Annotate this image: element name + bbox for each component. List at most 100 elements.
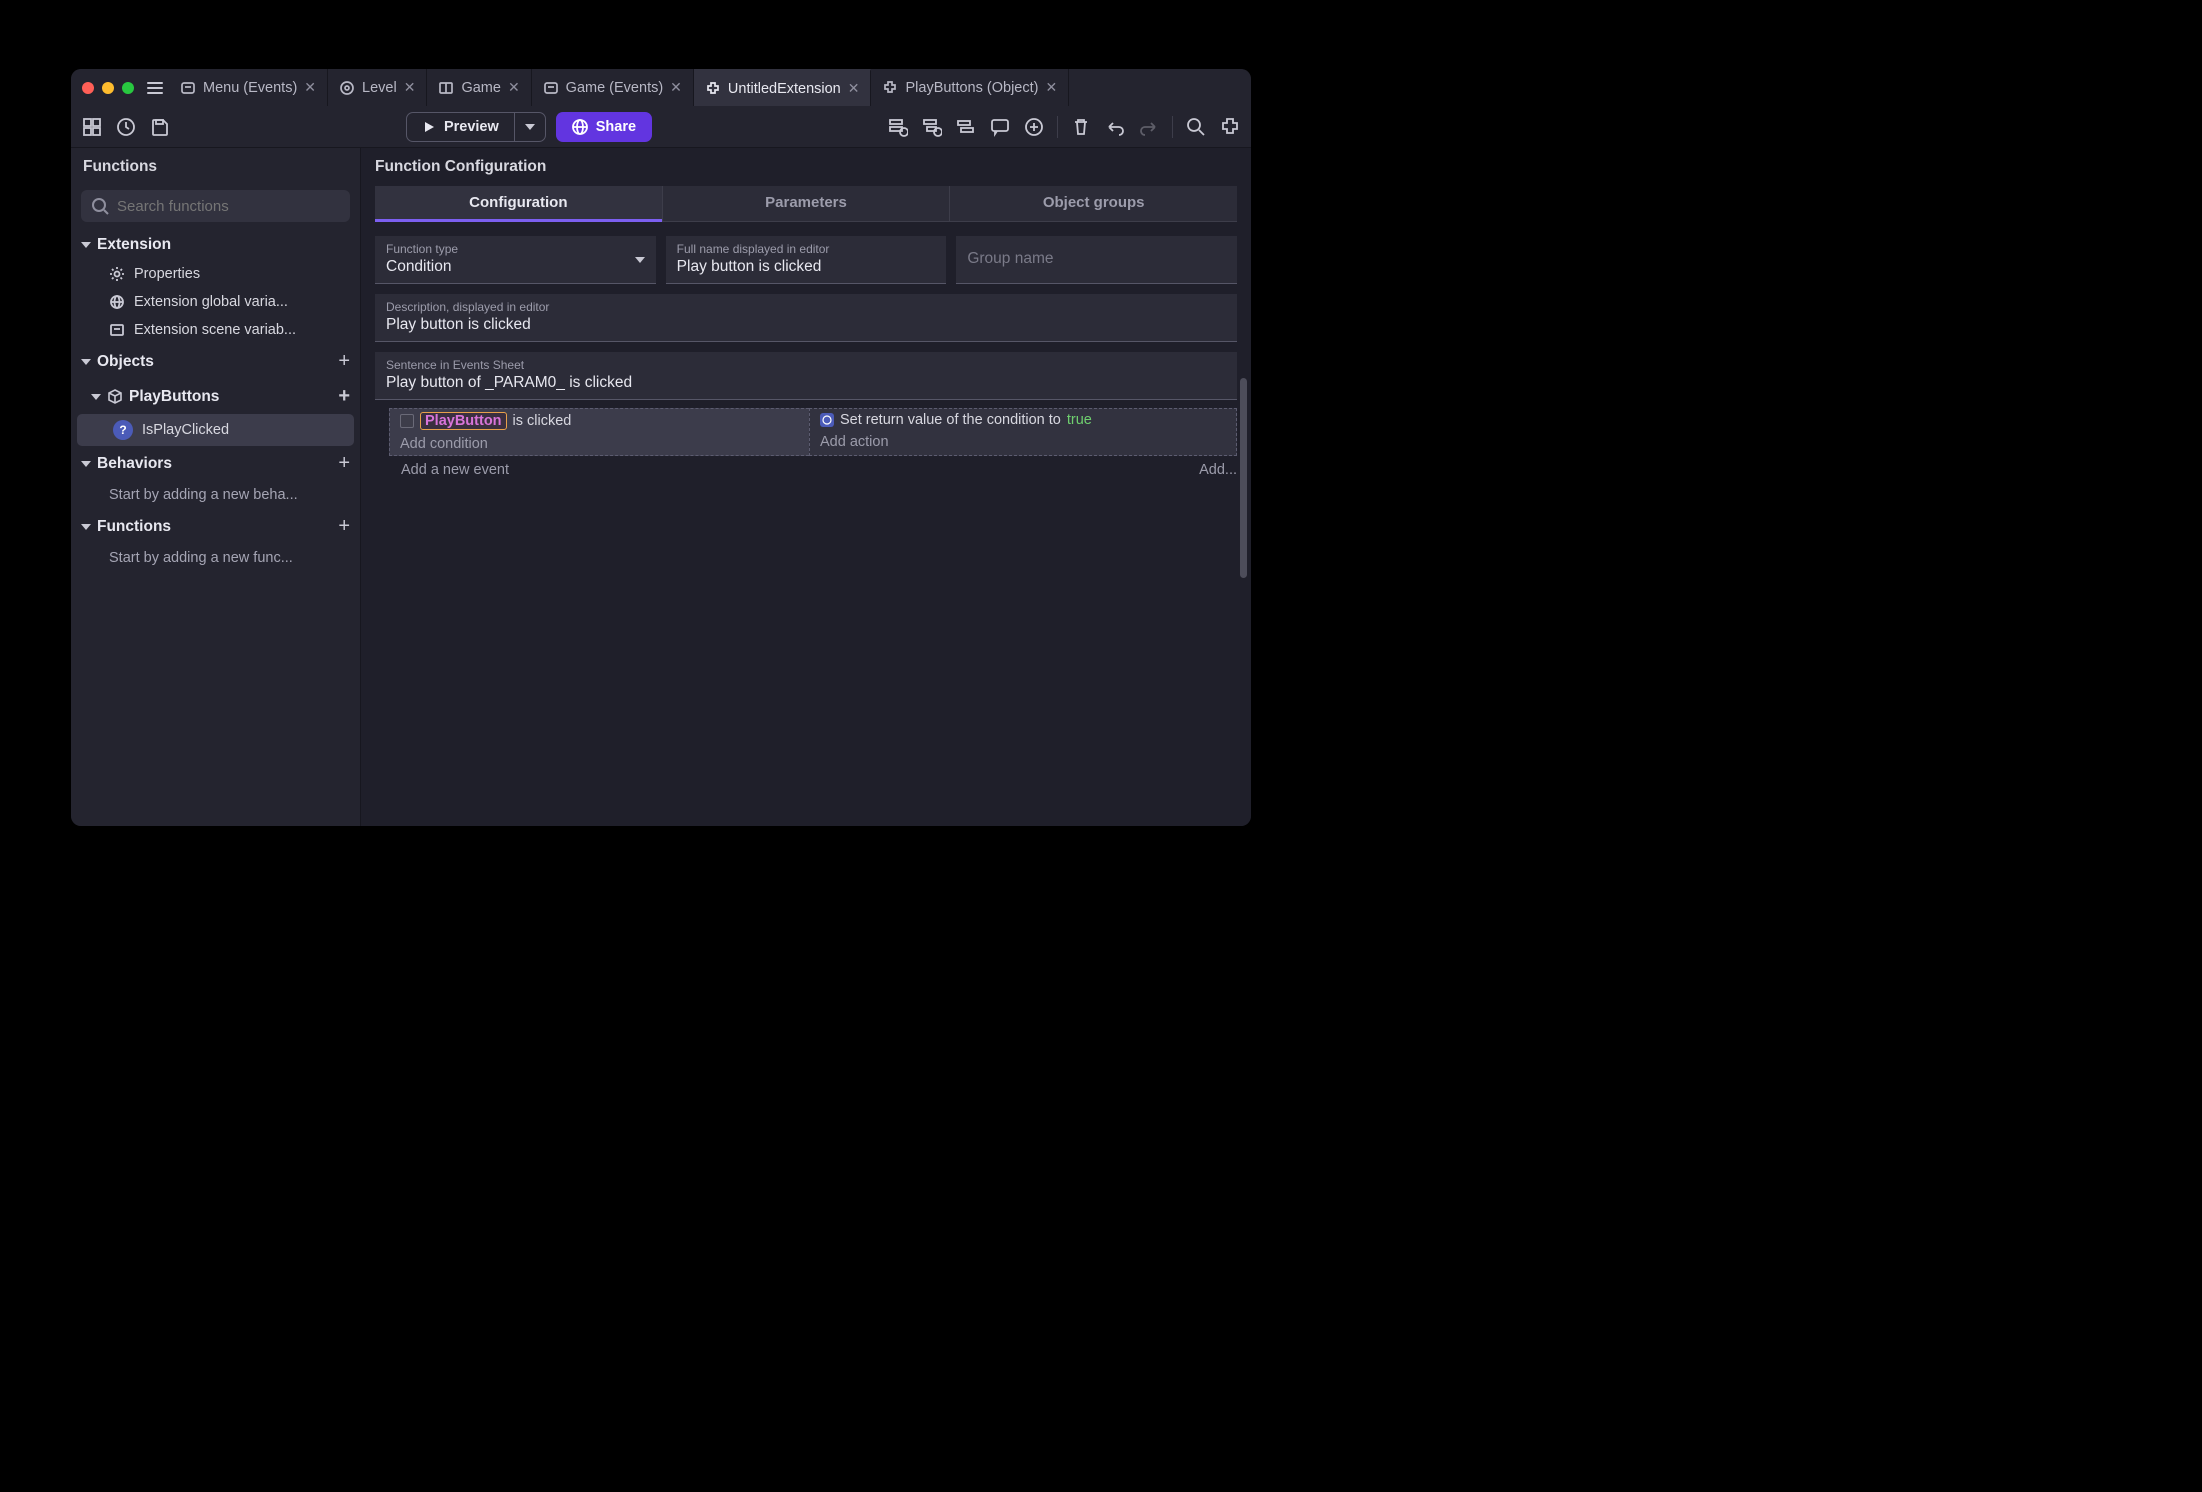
item-global-vars[interactable]: Extension global varia...	[71, 288, 360, 316]
preview-button-group: Preview	[406, 112, 546, 142]
search-icon	[91, 197, 109, 215]
tab-label: PlayButtons (Object)	[905, 80, 1038, 96]
minimize-window-icon[interactable]	[102, 82, 114, 94]
conditions-column: PlayButton is clicked Add condition	[389, 408, 809, 456]
tab-level[interactable]: Level ✕	[328, 69, 427, 106]
undo-icon[interactable]	[1104, 116, 1126, 138]
tab-game[interactable]: Game ✕	[427, 69, 531, 106]
item-playbuttons[interactable]: PlayButtons +	[71, 379, 360, 414]
add-icon[interactable]	[1023, 116, 1045, 138]
add-function-icon[interactable]: +	[338, 385, 350, 408]
add-action-label: Add action	[820, 434, 889, 450]
item-isplayclicked[interactable]: ? IsPlayClicked	[77, 414, 354, 446]
preview-button[interactable]: Preview	[407, 113, 514, 141]
section-label: Objects	[97, 353, 154, 371]
section-functions[interactable]: Functions +	[71, 509, 360, 544]
chevron-down-icon	[81, 242, 91, 248]
sidebar: Functions Extension Properties	[71, 148, 361, 826]
functions-empty: Start by adding a new func...	[71, 544, 360, 572]
action-true: true	[1067, 412, 1092, 428]
section-label: Functions	[97, 518, 171, 536]
tab-menu-events[interactable]: Menu (Events) ✕	[169, 69, 328, 106]
tab-game-events[interactable]: Game (Events) ✕	[532, 69, 694, 106]
item-label: IsPlayClicked	[142, 422, 229, 438]
field-label: Sentence in Events Sheet	[386, 358, 1226, 372]
tab-label: Game (Events)	[566, 80, 664, 96]
save-icon[interactable]	[149, 116, 171, 138]
close-icon[interactable]: ✕	[508, 79, 520, 96]
globe-icon	[572, 119, 588, 135]
scrollbar[interactable]	[1240, 378, 1247, 578]
tab-untitled-extension[interactable]: UntitledExtension ✕	[694, 69, 872, 106]
trash-icon[interactable]	[1070, 116, 1092, 138]
panel-icon[interactable]	[81, 116, 103, 138]
sentence-field[interactable]: Sentence in Events Sheet Play button of …	[375, 352, 1237, 400]
field-label: Description, displayed in editor	[386, 300, 1226, 314]
tab-playbuttons-object[interactable]: PlayButtons (Object) ✕	[871, 69, 1069, 106]
tab-configuration[interactable]: Configuration	[375, 186, 662, 222]
menu-icon[interactable]	[145, 82, 169, 94]
extension-icon[interactable]	[1219, 116, 1241, 138]
add-subevent-icon[interactable]	[921, 116, 943, 138]
search-input[interactable]	[81, 190, 350, 222]
tab-label: Menu (Events)	[203, 80, 297, 96]
maximize-window-icon[interactable]	[122, 82, 134, 94]
chevron-down-icon	[81, 461, 91, 467]
search-icon[interactable]	[1185, 116, 1207, 138]
gear-icon	[109, 266, 125, 282]
section-label: Behaviors	[97, 455, 172, 473]
config-tabs: Configuration Parameters Object groups	[375, 186, 1237, 222]
item-scene-vars[interactable]: Extension scene variab...	[71, 316, 360, 344]
condition-line[interactable]: PlayButton is clicked	[390, 409, 809, 433]
field-label: Function type	[386, 242, 645, 256]
close-icon[interactable]: ✕	[404, 79, 416, 96]
add-object-icon[interactable]: +	[338, 350, 350, 373]
tab-object-groups[interactable]: Object groups	[950, 186, 1237, 222]
content-title: Function Configuration	[361, 148, 1251, 186]
add-function-icon[interactable]: +	[338, 515, 350, 538]
section-extension[interactable]: Extension	[71, 230, 360, 260]
chevron-down-icon	[81, 359, 91, 365]
close-icon[interactable]: ✕	[304, 79, 316, 96]
history-icon[interactable]	[115, 116, 137, 138]
close-icon[interactable]: ✕	[670, 79, 682, 96]
share-label: Share	[596, 119, 636, 135]
item-properties[interactable]: Properties	[71, 260, 360, 288]
add-dropdown-button[interactable]: Add...	[1199, 462, 1237, 478]
scene-icon	[438, 80, 454, 96]
comment-icon[interactable]	[989, 116, 1011, 138]
section-objects[interactable]: Objects +	[71, 344, 360, 379]
group-name-field[interactable]: Group name	[956, 236, 1237, 284]
share-button[interactable]: Share	[556, 112, 652, 142]
field-label: Full name displayed in editor	[677, 242, 936, 256]
add-event-icon[interactable]	[887, 116, 909, 138]
add-behavior-icon[interactable]: +	[338, 452, 350, 475]
condition-text: is clicked	[513, 413, 572, 429]
item-label: Properties	[134, 266, 200, 282]
item-label: Extension global varia...	[134, 294, 288, 310]
close-icon[interactable]: ✕	[848, 80, 860, 97]
full-name-field[interactable]: Full name displayed in editor Play butto…	[666, 236, 947, 284]
add-condition-button[interactable]: Add condition	[390, 433, 809, 455]
description-field[interactable]: Description, displayed in editor Play bu…	[375, 294, 1237, 342]
sidebar-title: Functions	[71, 148, 360, 186]
item-label: Extension scene variab...	[134, 322, 296, 338]
events-footer: Add a new event Add...	[375, 456, 1237, 484]
search-field[interactable]	[117, 198, 340, 215]
preview-dropdown[interactable]	[514, 113, 545, 141]
toggle-icon[interactable]	[955, 116, 977, 138]
action-text: Set return value of the condition to	[840, 412, 1061, 428]
add-action-button[interactable]: Add action	[810, 431, 1236, 453]
action-icon	[820, 413, 834, 427]
close-window-icon[interactable]	[82, 82, 94, 94]
section-behaviors[interactable]: Behaviors +	[71, 446, 360, 481]
condition-icon: ?	[113, 420, 133, 440]
add-event-button[interactable]: Add a new event	[375, 462, 509, 478]
tab-label: Level	[362, 80, 397, 96]
action-line[interactable]: Set return value of the condition to tru…	[810, 409, 1236, 431]
redo-icon[interactable]	[1138, 116, 1160, 138]
behaviors-empty: Start by adding a new beha...	[71, 481, 360, 509]
function-type-field[interactable]: Function type Condition	[375, 236, 656, 284]
tab-parameters[interactable]: Parameters	[662, 186, 951, 222]
close-icon[interactable]: ✕	[1045, 79, 1057, 96]
